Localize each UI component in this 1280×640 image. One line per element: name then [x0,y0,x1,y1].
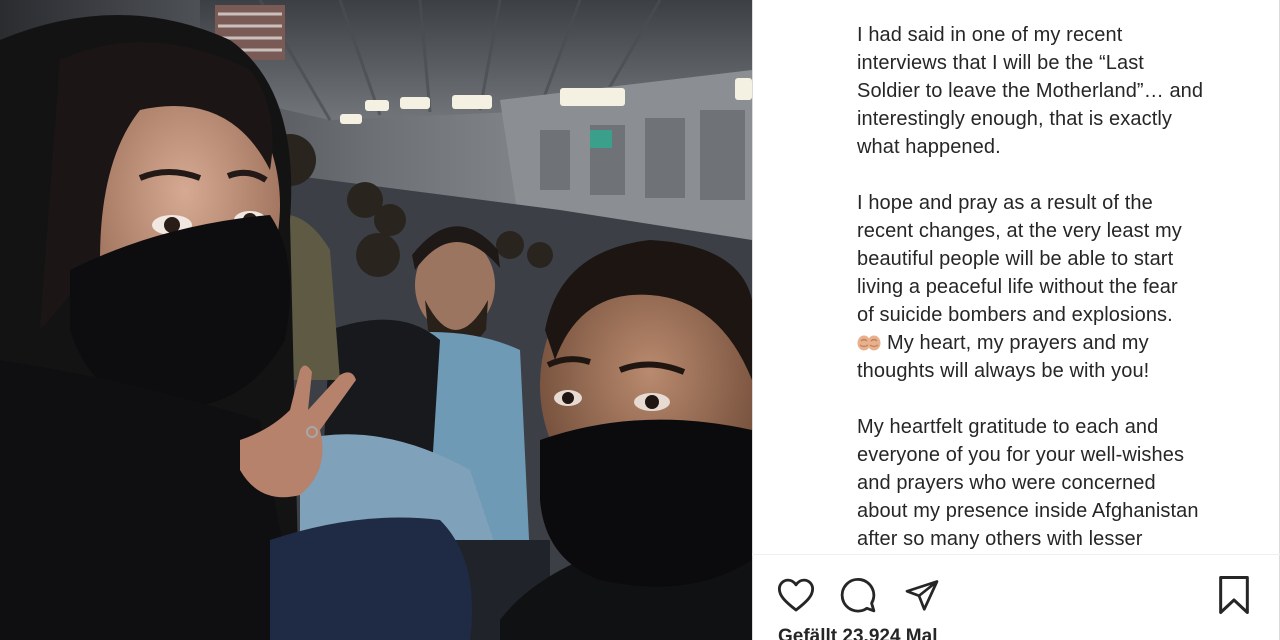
likes-count[interactable]: Gefällt 23.924 Mal [778,626,937,640]
caption-paragraph-2: I hope and pray as a result of the recen… [857,189,1262,385]
caption-line: interviews that I will be the “Last [857,52,1144,74]
caption-line: My heartfelt gratitude to each and [857,416,1159,438]
caption-line: thoughts will always be with you! [857,360,1150,382]
cabin-selfie-image [0,0,752,640]
emoji-line-text: My heart, my prayers and my [887,332,1149,354]
post-actions-bar: Gefällt 23.924 Mal [752,555,1280,640]
caption-line: beautiful people will be able to start [857,248,1174,270]
caption-line: I had said in one of my recent [857,24,1123,46]
caption-line: about my presence inside Afghanistan [857,500,1199,522]
caption-paragraph-3: My heartfelt gratitude to each and every… [857,413,1262,552]
caption-line-with-emoji: My heart, my prayers and my [857,329,1262,357]
caption-line: everyone of you for your well-wishes [857,444,1185,466]
like-button[interactable] [776,575,816,615]
paper-plane-icon [905,580,939,611]
caption-line: living a peaceful life without the fear [857,276,1178,298]
instagram-post: I had said in one of my recent interview… [0,0,1280,640]
caption-line: what happened. [857,136,1001,158]
share-button[interactable] [902,575,942,615]
caption-scroll-area[interactable]: I had said in one of my recent interview… [752,0,1280,552]
caption-line: Soldier to leave the Motherland”… and [857,80,1204,102]
caption-line: interestingly enough, that is exactly [857,108,1172,130]
bookmark-icon [1219,576,1249,614]
heart-icon [777,578,815,612]
caption-line: after so many others with lesser [857,528,1143,550]
comment-icon [840,577,876,613]
comment-button[interactable] [838,575,878,615]
caption-line: I hope and pray as a result of the [857,192,1153,214]
caption-line: of suicide bombers and explosions. [857,304,1173,326]
post-caption: I had said in one of my recent interview… [857,21,1262,552]
caption-paragraph-1: I had said in one of my recent interview… [857,21,1262,161]
post-photo[interactable] [0,0,752,640]
caption-line: recent changes, at the very least my [857,220,1182,242]
post-side-panel: I had said in one of my recent interview… [752,0,1280,640]
palms-up-together-icon [857,335,881,351]
caption-line: and prayers who were concerned [857,472,1156,494]
save-button[interactable] [1214,575,1254,615]
